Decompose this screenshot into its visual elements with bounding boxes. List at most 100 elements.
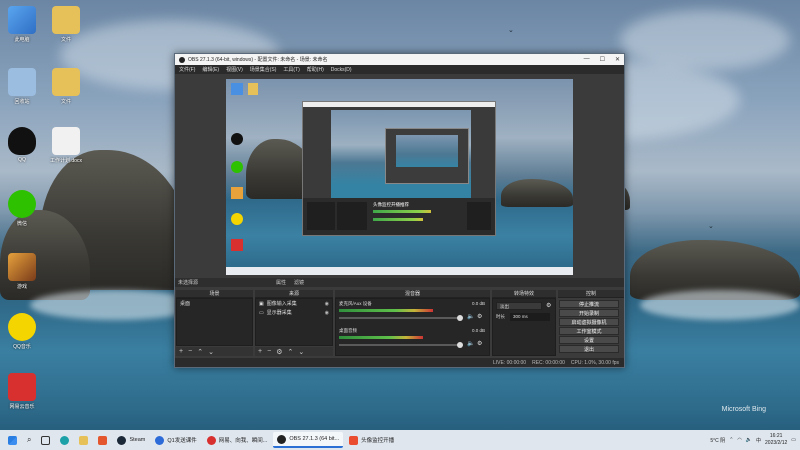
taskbar-item-obs[interactable]: OBS 27.1.3 (64 bit... [273, 432, 344, 448]
desktop-icon-wechat[interactable]: 微信 [2, 190, 42, 227]
qq-penguin-icon [8, 127, 36, 155]
exit-button[interactable]: 退出 [559, 345, 619, 353]
volume-slider[interactable] [339, 315, 463, 321]
start-virtual-camera-button[interactable]: 启动虚拟摄像机 [559, 318, 619, 326]
minimize-icon[interactable]: — [584, 56, 590, 63]
desktop-icon-netease-music[interactable]: 网易云音乐 [2, 373, 42, 410]
mixer-header: 混音器 [335, 290, 490, 298]
taskbar-item-steam[interactable]: Steam [113, 432, 149, 448]
game-icon [231, 187, 243, 199]
wave-foam [640, 290, 800, 320]
gear-icon[interactable]: ⚙ [477, 340, 482, 347]
weather-widget[interactable]: 5°C 阴 [710, 437, 725, 444]
transition-select[interactable]: 淡出 [496, 302, 542, 310]
desktop-icon-folder[interactable]: 文件 [46, 6, 86, 43]
obs-statusbar: LIVE: 00:00:00 REC: 00:00:00 CPU: 1.0%, … [175, 358, 624, 367]
move-down-button[interactable]: ⌄ [298, 348, 304, 356]
source-item[interactable]: ▭ 显示器采集 ◉ [256, 308, 332, 317]
menu-tools[interactable]: 工具(T) [283, 66, 299, 73]
desktop-icon-folder[interactable]: 文件 [46, 68, 86, 105]
properties-button[interactable]: 属性 [276, 279, 286, 286]
desktop-icon-document[interactable]: 工作计划.docx [46, 127, 86, 164]
menu-view[interactable]: 视图(V) [226, 66, 243, 73]
chevron-up-icon[interactable]: ⌃ [729, 437, 733, 443]
obs-titlebar[interactable]: OBS 27.1.3 (64-bit, windows) - 配置文件: 未命名… [175, 54, 624, 65]
gear-icon[interactable]: ⚙ [546, 302, 551, 309]
gear-icon[interactable]: ⚙ [477, 313, 482, 320]
add-source-button[interactable]: + [258, 348, 262, 355]
speaker-icon[interactable]: 🔈 [746, 437, 752, 443]
taskbar-item-label: Steam [129, 437, 146, 443]
menu-edit[interactable]: 编辑(E) [202, 66, 219, 73]
monitor-icon: ▭ [259, 309, 264, 316]
app-icon [349, 435, 359, 445]
slider-knob[interactable] [457, 342, 463, 348]
settings-button[interactable]: 设置 [559, 336, 619, 344]
move-up-button[interactable]: ⌃ [287, 348, 293, 356]
windows-icon [8, 435, 17, 445]
qq-icon [155, 435, 165, 445]
stop-streaming-button[interactable]: 停止推流 [559, 300, 619, 308]
steam-icon [117, 435, 127, 445]
taskbar-item-qq[interactable]: Q1发送课件 [151, 432, 200, 448]
live-timer: LIVE: 00:00:00 [493, 359, 527, 366]
menu-help[interactable]: 帮助(H) [307, 66, 324, 73]
start-recording-button[interactable]: 开始录制 [559, 309, 619, 317]
transitions-header: 转场特效 [492, 290, 556, 298]
scenes-header: 场景 [176, 290, 253, 298]
scene-item[interactable]: 桌面 [177, 299, 252, 308]
start-button[interactable] [4, 432, 21, 448]
desktop-icon-recycle-bin[interactable]: 回收站 [2, 68, 42, 105]
edge-icon [60, 435, 70, 445]
clock[interactable]: 16:21 2023/2/12 [765, 433, 787, 447]
speaker-icon[interactable]: 🔈 [467, 340, 474, 347]
move-up-button[interactable]: ⌃ [197, 348, 203, 356]
add-scene-button[interactable]: + [179, 348, 183, 355]
audio-meter [339, 309, 433, 312]
obs-preview[interactable]: 头像监控开播推荐 [226, 79, 573, 275]
duration-input[interactable]: 300 ms [510, 313, 550, 321]
eye-icon[interactable]: ◉ [325, 301, 329, 307]
desktop-icon-game[interactable]: 游戏 [2, 253, 42, 290]
obs-menubar: 文件(F) 编辑(E) 视图(V) 场景集合(S) 工具(T) 帮助(H) Do… [175, 65, 624, 74]
menu-scene-collection[interactable]: 场景集合(S) [250, 66, 277, 73]
obs-window[interactable]: OBS 27.1.3 (64-bit, windows) - 配置文件: 未命名… [174, 53, 625, 368]
menu-docks[interactable]: Docks(D) [331, 67, 352, 73]
gear-icon[interactable]: ⚙ [276, 348, 282, 356]
eye-icon[interactable]: ◉ [325, 310, 329, 316]
network-icon[interactable]: ◠ [737, 437, 741, 443]
taskbar-item-label: Q1发送课件 [167, 438, 197, 444]
close-icon[interactable]: ✕ [615, 56, 620, 63]
clock-time: 16:21 [769, 433, 783, 439]
qq-penguin-icon [231, 133, 243, 145]
desktop-icon-qq-music[interactable]: QQ音乐 [2, 313, 42, 350]
menu-file[interactable]: 文件(F) [179, 66, 195, 73]
search-button[interactable]: ⌕ [23, 432, 35, 448]
app-button[interactable] [94, 432, 111, 448]
remove-source-button[interactable]: − [267, 348, 271, 355]
nested-meter [373, 210, 431, 213]
move-down-button[interactable]: ⌄ [208, 348, 214, 356]
taskbar-item-netease[interactable]: 网易、向我、瞬间... [203, 432, 272, 448]
remove-scene-button[interactable]: − [188, 348, 192, 355]
maximize-icon[interactable]: ☐ [600, 56, 605, 63]
no-source-selected-label: 未选择源 [178, 280, 199, 286]
explorer-button[interactable] [75, 432, 92, 448]
mixer-channel-db: 0.0 dB [471, 301, 485, 306]
desktop-icon-computer[interactable]: 此电脑 [2, 6, 42, 43]
edge-button[interactable] [56, 432, 73, 448]
speaker-icon[interactable]: 🔈 [467, 313, 474, 320]
system-tray: 5°C 阴 ⌃ ◠ 🔈 中 16:21 2023/2/12 ▭ [710, 433, 796, 447]
task-view-button[interactable] [37, 432, 54, 448]
notification-icon[interactable]: ▭ [791, 437, 796, 443]
desktop-icon-qq[interactable]: QQ [2, 127, 42, 163]
studio-mode-button[interactable]: 工作室模式 [559, 327, 619, 335]
volume-slider[interactable] [339, 342, 463, 348]
folder-icon [52, 6, 80, 34]
source-item[interactable]: ▣ 图像输入采集 ◉ [256, 299, 332, 308]
filters-button[interactable]: 滤镜 [294, 279, 304, 286]
taskbar-item-stream[interactable]: 头像监控开播 [345, 432, 398, 448]
slider-knob[interactable] [457, 315, 463, 321]
qq-music-icon [231, 213, 243, 225]
ime-icon[interactable]: 中 [756, 437, 761, 444]
